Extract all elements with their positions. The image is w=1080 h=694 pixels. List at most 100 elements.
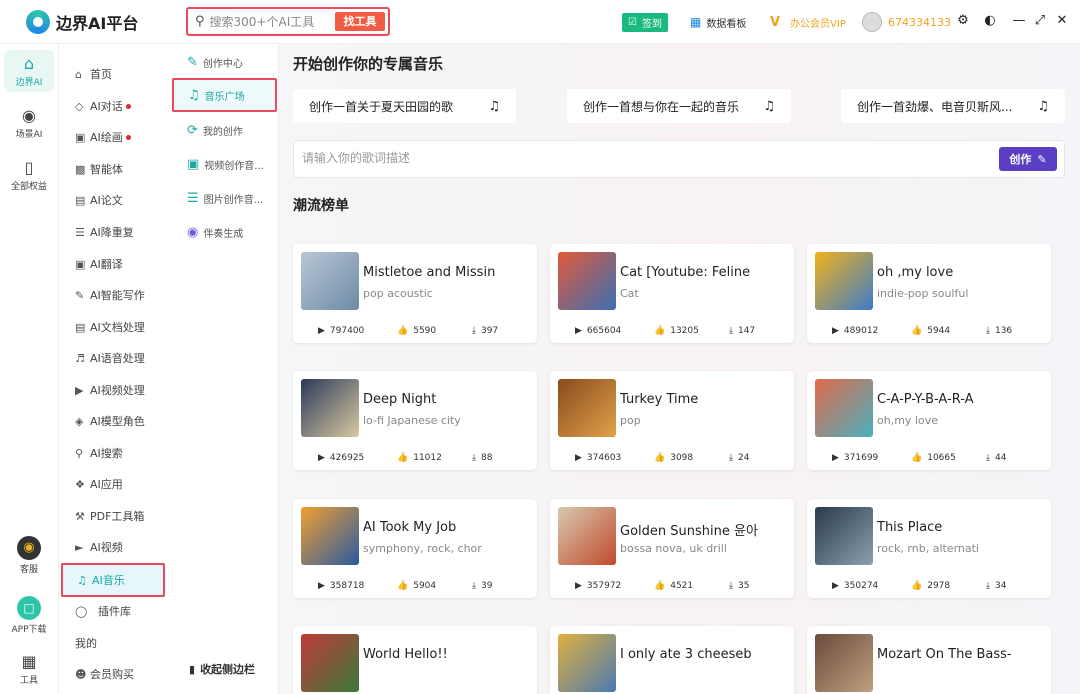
- menu-item-writing[interactable]: ✎ AI智能写作: [75, 285, 145, 305]
- download-count-button[interactable]: ⤓ 88: [472, 453, 492, 463]
- song-cover-image[interactable]: [558, 252, 616, 310]
- song-cover-image[interactable]: [815, 507, 873, 565]
- menu-item-ai-video[interactable]: ► AI视频: [75, 537, 123, 557]
- download-count-button[interactable]: ⤓ 44: [986, 453, 1006, 463]
- song-cover-image[interactable]: [301, 252, 359, 310]
- play-count-button[interactable]: ▶ 371699: [832, 453, 878, 463]
- rail-item-scenes[interactable]: ◉ 场景AI: [4, 106, 54, 140]
- collapse-sidebar-button[interactable]: ▮ 收起侧边栏: [189, 661, 255, 677]
- download-count-button[interactable]: ⤓ 34: [986, 581, 1006, 591]
- theme-toggle-icon[interactable]: ◐: [981, 12, 999, 30]
- song-card[interactable]: World Hello!!: [293, 626, 537, 694]
- menu-item-model-roles[interactable]: ◈ AI模型角色: [75, 411, 145, 431]
- menu-item-video-processing[interactable]: ▶ AI视频处理: [75, 380, 145, 400]
- song-cover-image[interactable]: [558, 379, 616, 437]
- close-icon[interactable]: ✕: [1053, 12, 1071, 30]
- like-count-button[interactable]: 👍 5590: [397, 326, 436, 336]
- song-title[interactable]: Mozart On The Bass-: [877, 647, 1047, 662]
- play-count-button[interactable]: ▶ 374603: [575, 453, 621, 463]
- song-title[interactable]: C-A-P-Y-B-A-R-A: [877, 392, 1047, 407]
- prompt-suggestion[interactable]: 创作一首想与你在一起的音乐 ♫: [567, 89, 791, 123]
- dashboard-button[interactable]: ▦ 数据看板: [690, 0, 746, 44]
- sign-in-button[interactable]: ☑ 签到: [622, 0, 668, 44]
- menu-item-ai-paper[interactable]: ▤ AI论文: [75, 190, 123, 210]
- like-count-button[interactable]: 👍 4521: [654, 581, 693, 591]
- play-count-button[interactable]: ▶ 357972: [575, 581, 621, 591]
- song-cover-image[interactable]: [301, 634, 359, 692]
- rail-item-support[interactable]: ◉ 客服: [4, 536, 54, 575]
- song-cover-image[interactable]: [815, 379, 873, 437]
- play-count-button[interactable]: ▶ 797400: [318, 326, 364, 336]
- play-count-button[interactable]: ▶ 665604: [575, 326, 621, 336]
- play-count-button[interactable]: ▶ 350274: [832, 581, 878, 591]
- menu-item-ai-chat[interactable]: ◇ AI对话: [75, 96, 131, 116]
- song-title[interactable]: oh ,my love: [877, 265, 1047, 280]
- song-card[interactable]: Mozart On The Bass-: [807, 626, 1051, 694]
- rail-item-tools[interactable]: ▦ 工具: [4, 652, 54, 686]
- submenu-my-creations[interactable]: ⟳ 我的创作: [187, 120, 243, 140]
- search-input[interactable]: [209, 14, 328, 29]
- minimize-icon[interactable]: —: [1010, 12, 1028, 30]
- submenu-music-square[interactable]: ♫ 音乐广场: [172, 78, 277, 112]
- user-profile[interactable]: 674334133: [862, 0, 951, 44]
- song-card[interactable]: C-A-P-Y-B-A-R-A oh,my love ▶ 371699 👍 10665 ⤓ 4…: [807, 371, 1051, 470]
- menu-item-ai-music[interactable]: ♫ AI音乐: [61, 563, 165, 597]
- menu-item-apps[interactable]: ❖ AI应用: [75, 474, 123, 494]
- like-count-button[interactable]: 👍 5944: [911, 326, 950, 336]
- submenu-accompaniment[interactable]: ◉ 伴奏生成: [187, 222, 243, 242]
- song-title[interactable]: This Place: [877, 520, 1047, 535]
- play-count-button[interactable]: ▶ 426925: [318, 453, 364, 463]
- song-title[interactable]: Cat [Youtube: Feline: [620, 265, 790, 280]
- song-card[interactable]: I only ate 3 cheeseb: [550, 626, 794, 694]
- download-count-button[interactable]: ⤓ 24: [729, 453, 749, 463]
- song-card[interactable]: Mistletoe and Missin pop acoustic ▶ 797400 👍…: [293, 244, 537, 343]
- song-card[interactable]: Golden Sunshine 윤아 bossa nova, uk drill ▶ 3…: [550, 499, 794, 598]
- song-title[interactable]: Golden Sunshine 윤아: [620, 520, 790, 539]
- menu-item-agents[interactable]: ▩ 智能体: [75, 159, 123, 179]
- song-card[interactable]: This Place rock, rnb, alternati ▶ 350274 👍 29…: [807, 499, 1051, 598]
- rail-item-benefits[interactable]: ▯ 全部权益: [4, 158, 54, 192]
- song-cover-image[interactable]: [301, 507, 359, 565]
- vip-button[interactable]: V 办公会员VIP: [770, 0, 846, 44]
- song-cover-image[interactable]: [815, 252, 873, 310]
- submenu-image-music[interactable]: ☰ 图片创作音...: [187, 188, 263, 208]
- menu-item-pdf[interactable]: ⚒ PDF工具箱: [75, 506, 144, 526]
- menu-item-search[interactable]: ⚲ AI搜索: [75, 443, 123, 463]
- like-count-button[interactable]: 👍 3098: [654, 453, 693, 463]
- settings-gear-icon[interactable]: ⚙: [954, 12, 972, 30]
- play-count-button[interactable]: ▶ 358718: [318, 581, 364, 591]
- song-title[interactable]: World Hello!!: [363, 647, 533, 662]
- menu-item-translate[interactable]: ▣ AI翻译: [75, 254, 123, 274]
- song-card[interactable]: Deep Night lo-fi Japanese city ▶ 426925 👍 110…: [293, 371, 537, 470]
- download-count-button[interactable]: ⤓ 39: [472, 581, 492, 591]
- app-logo[interactable]: 边界AI平台: [26, 10, 138, 34]
- menu-item-membership[interactable]: ☻ 会员购买: [75, 664, 134, 684]
- song-cover-image[interactable]: [301, 379, 359, 437]
- lyrics-input[interactable]: [302, 151, 902, 165]
- menu-item-plugins[interactable]: ◯ 插件库: [75, 601, 131, 621]
- like-count-button[interactable]: 👍 13205: [654, 326, 699, 336]
- menu-item-home[interactable]: ⌂ 首页: [75, 64, 112, 84]
- prompt-suggestion[interactable]: 创作一首关于夏天田园的歌 ♫: [293, 89, 516, 123]
- prompt-suggestion[interactable]: 创作一首劲爆、电音贝斯风... ♫: [841, 89, 1065, 123]
- song-title[interactable]: Turkey Time: [620, 392, 790, 407]
- song-title[interactable]: AI Took My Job: [363, 520, 533, 535]
- like-count-button[interactable]: 👍 2978: [911, 581, 950, 591]
- find-tool-button[interactable]: 找工具: [335, 12, 385, 31]
- like-count-button[interactable]: 👍 5904: [397, 581, 436, 591]
- submenu-video-music[interactable]: ▣ 视频创作音...: [187, 154, 264, 174]
- maximize-icon[interactable]: ⤢: [1031, 12, 1049, 30]
- menu-item-dedup[interactable]: ☰ AI降重复: [75, 222, 134, 242]
- song-title[interactable]: Deep Night: [363, 392, 533, 407]
- download-count-button[interactable]: ⤓ 147: [729, 326, 755, 336]
- download-count-button[interactable]: ⤓ 136: [986, 326, 1012, 336]
- rail-item-home[interactable]: ⌂ 边界AI: [4, 50, 54, 92]
- song-title[interactable]: Mistletoe and Missin: [363, 265, 533, 280]
- song-cover-image[interactable]: [815, 634, 873, 692]
- like-count-button[interactable]: 👍 11012: [397, 453, 442, 463]
- create-button[interactable]: 创作 ✎: [999, 147, 1057, 171]
- menu-item-ai-painting[interactable]: ▣ AI绘画: [75, 127, 131, 147]
- menu-item-doc[interactable]: ▤ AI文档处理: [75, 317, 145, 337]
- download-count-button[interactable]: ⤓ 397: [472, 326, 498, 336]
- submenu-create-center[interactable]: ✎ 创作中心: [187, 52, 243, 72]
